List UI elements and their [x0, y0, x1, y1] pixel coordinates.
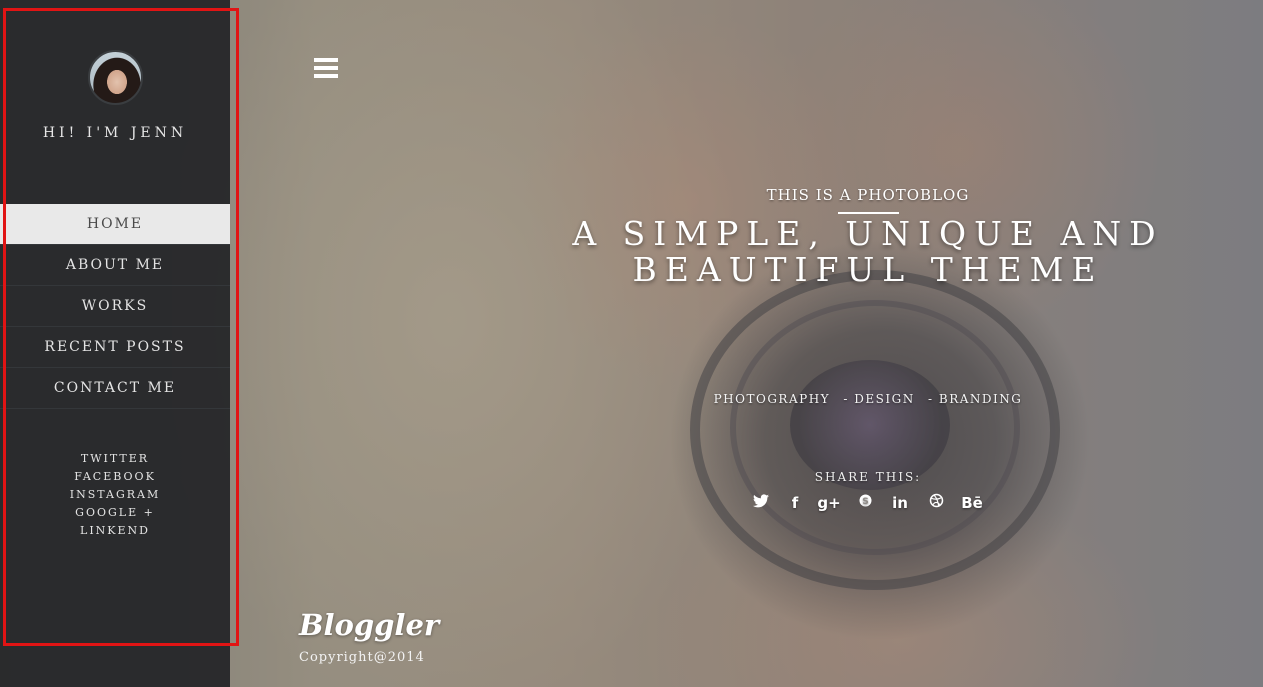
nav-item-recent-posts[interactable]: RECENT POSTS [0, 327, 230, 368]
nav-item-home[interactable]: HOME [0, 204, 230, 245]
nav-item-contact-me[interactable]: CONTACT ME [0, 368, 230, 409]
social-link-instagram[interactable]: INSTAGRAM [0, 486, 230, 504]
sidebar-greeting: HI! I'M JENN [42, 125, 188, 141]
nav-item-about-me[interactable]: ABOUT ME [0, 245, 230, 286]
sidebar-social-links: TWITTER FACEBOOK INSTAGRAM GOOGLE + LINK… [0, 450, 230, 540]
hero-headline-line2: BEAUTIFUL THEME [632, 250, 1104, 289]
sidebar: HI! I'M JENN HOME ABOUT ME WORKS RECENT … [0, 0, 230, 687]
google-plus-icon[interactable]: g+ [816, 492, 842, 514]
behance-icon[interactable]: Bē [959, 492, 985, 514]
hero-headline-line1: A SIMPLE, UNIQUE AND [572, 214, 1164, 253]
brand-logo[interactable]: Bloggler [299, 608, 439, 642]
hero-headline: A SIMPLE, UNIQUE AND BEAUTIFUL THEME [548, 216, 1188, 288]
sidebar-nav: HOME ABOUT ME WORKS RECENT POSTS CONTACT… [0, 204, 230, 409]
twitter-icon[interactable] [748, 492, 774, 514]
hamburger-menu-icon[interactable] [314, 58, 338, 78]
social-link-facebook[interactable]: FACEBOOK [0, 468, 230, 486]
tag-branding[interactable]: - BRANDING [928, 392, 1022, 406]
hero-eyebrow: THIS IS A PHOTOBLOG [766, 186, 970, 204]
hero-tags: PHOTOGRAPHY - DESIGN - BRANDING [668, 392, 1068, 406]
linkedin-icon[interactable]: in [887, 492, 913, 514]
facebook-icon[interactable]: f [782, 492, 808, 514]
share-label: SHARE THIS: [814, 470, 922, 484]
copyright-text: Copyright@2014 [299, 650, 425, 665]
nav-item-works[interactable]: WORKS [0, 286, 230, 327]
skype-icon[interactable]: S [852, 492, 878, 514]
tag-design[interactable]: - DESIGN [843, 392, 914, 406]
avatar[interactable] [88, 50, 143, 105]
dribbble-icon[interactable] [923, 492, 949, 514]
social-link-google-plus[interactable]: GOOGLE + [0, 504, 230, 522]
social-link-linkedin[interactable]: LINKEND [0, 522, 230, 540]
social-link-twitter[interactable]: TWITTER [0, 450, 230, 468]
tag-photography[interactable]: PHOTOGRAPHY [714, 392, 830, 406]
svg-text:S: S [862, 497, 868, 507]
share-icons: f g+ S in Bē [748, 492, 988, 514]
